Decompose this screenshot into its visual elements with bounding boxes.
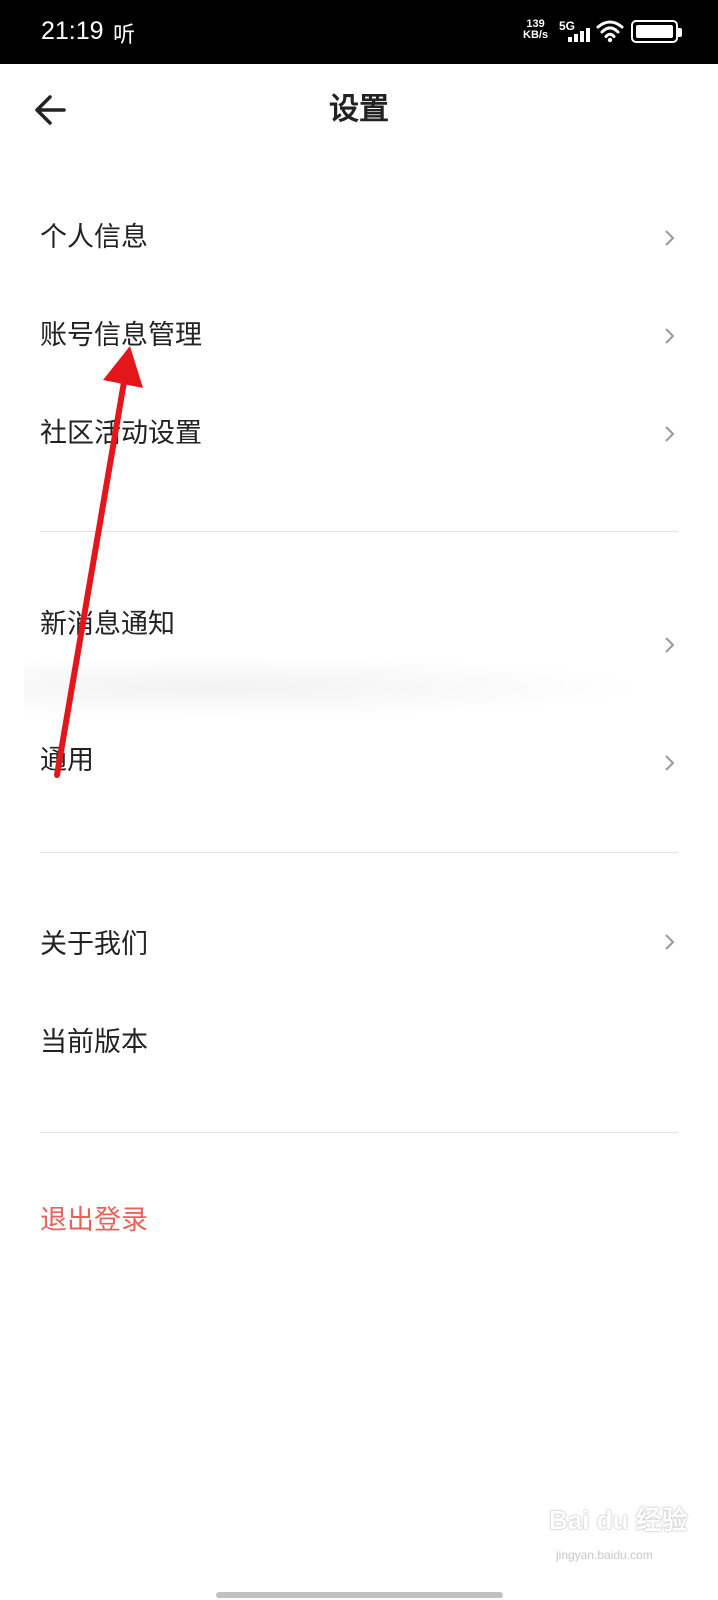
- watermark-url: jingyan.baidu.com: [556, 1548, 653, 1562]
- annotation-arrow-icon: [54, 346, 143, 778]
- home-indicator[interactable]: [216, 1592, 503, 1598]
- baidu-jingyan-watermark: Bai du 经验: [549, 1505, 688, 1535]
